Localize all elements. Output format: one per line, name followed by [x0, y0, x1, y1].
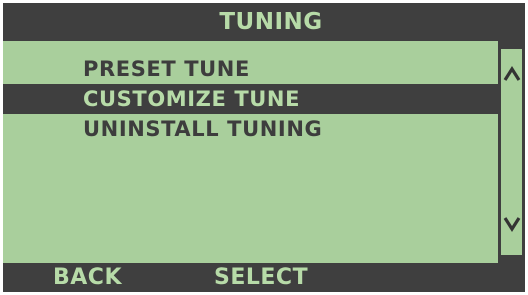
select-button[interactable]: SELECT [214, 265, 308, 290]
menu-item-preset-tune[interactable]: PRESET TUNE [3, 54, 498, 84]
screen-title: TUNING [219, 9, 323, 35]
chevron-down-icon [503, 217, 520, 232]
scroll-down-arrow-icon[interactable] [501, 213, 522, 238]
title-bar: TUNING [3, 3, 525, 41]
back-button[interactable]: BACK [53, 265, 122, 290]
softkey-bar: BACK SELECT [3, 263, 525, 292]
tuning-menu: PRESET TUNE CUSTOMIZE TUNE UNINSTALL TUN… [3, 49, 498, 144]
menu-item-uninstall-tuning[interactable]: UNINSTALL TUNING [3, 114, 498, 144]
scroll-track [501, 49, 522, 255]
menu-item-label: CUSTOMIZE TUNE [83, 87, 301, 111]
menu-item-label: PRESET TUNE [83, 57, 250, 81]
scroll-up-arrow-icon[interactable] [501, 63, 522, 88]
menu-item-customize-tune[interactable]: CUSTOMIZE TUNE [3, 84, 498, 114]
menu-item-label: UNINSTALL TUNING [83, 117, 323, 141]
chevron-up-icon [503, 66, 520, 81]
scroll-indicator [498, 41, 525, 263]
lcd-screen: TUNING PRESET TUNE CUSTOMIZE TUNE UNINST… [3, 3, 525, 292]
